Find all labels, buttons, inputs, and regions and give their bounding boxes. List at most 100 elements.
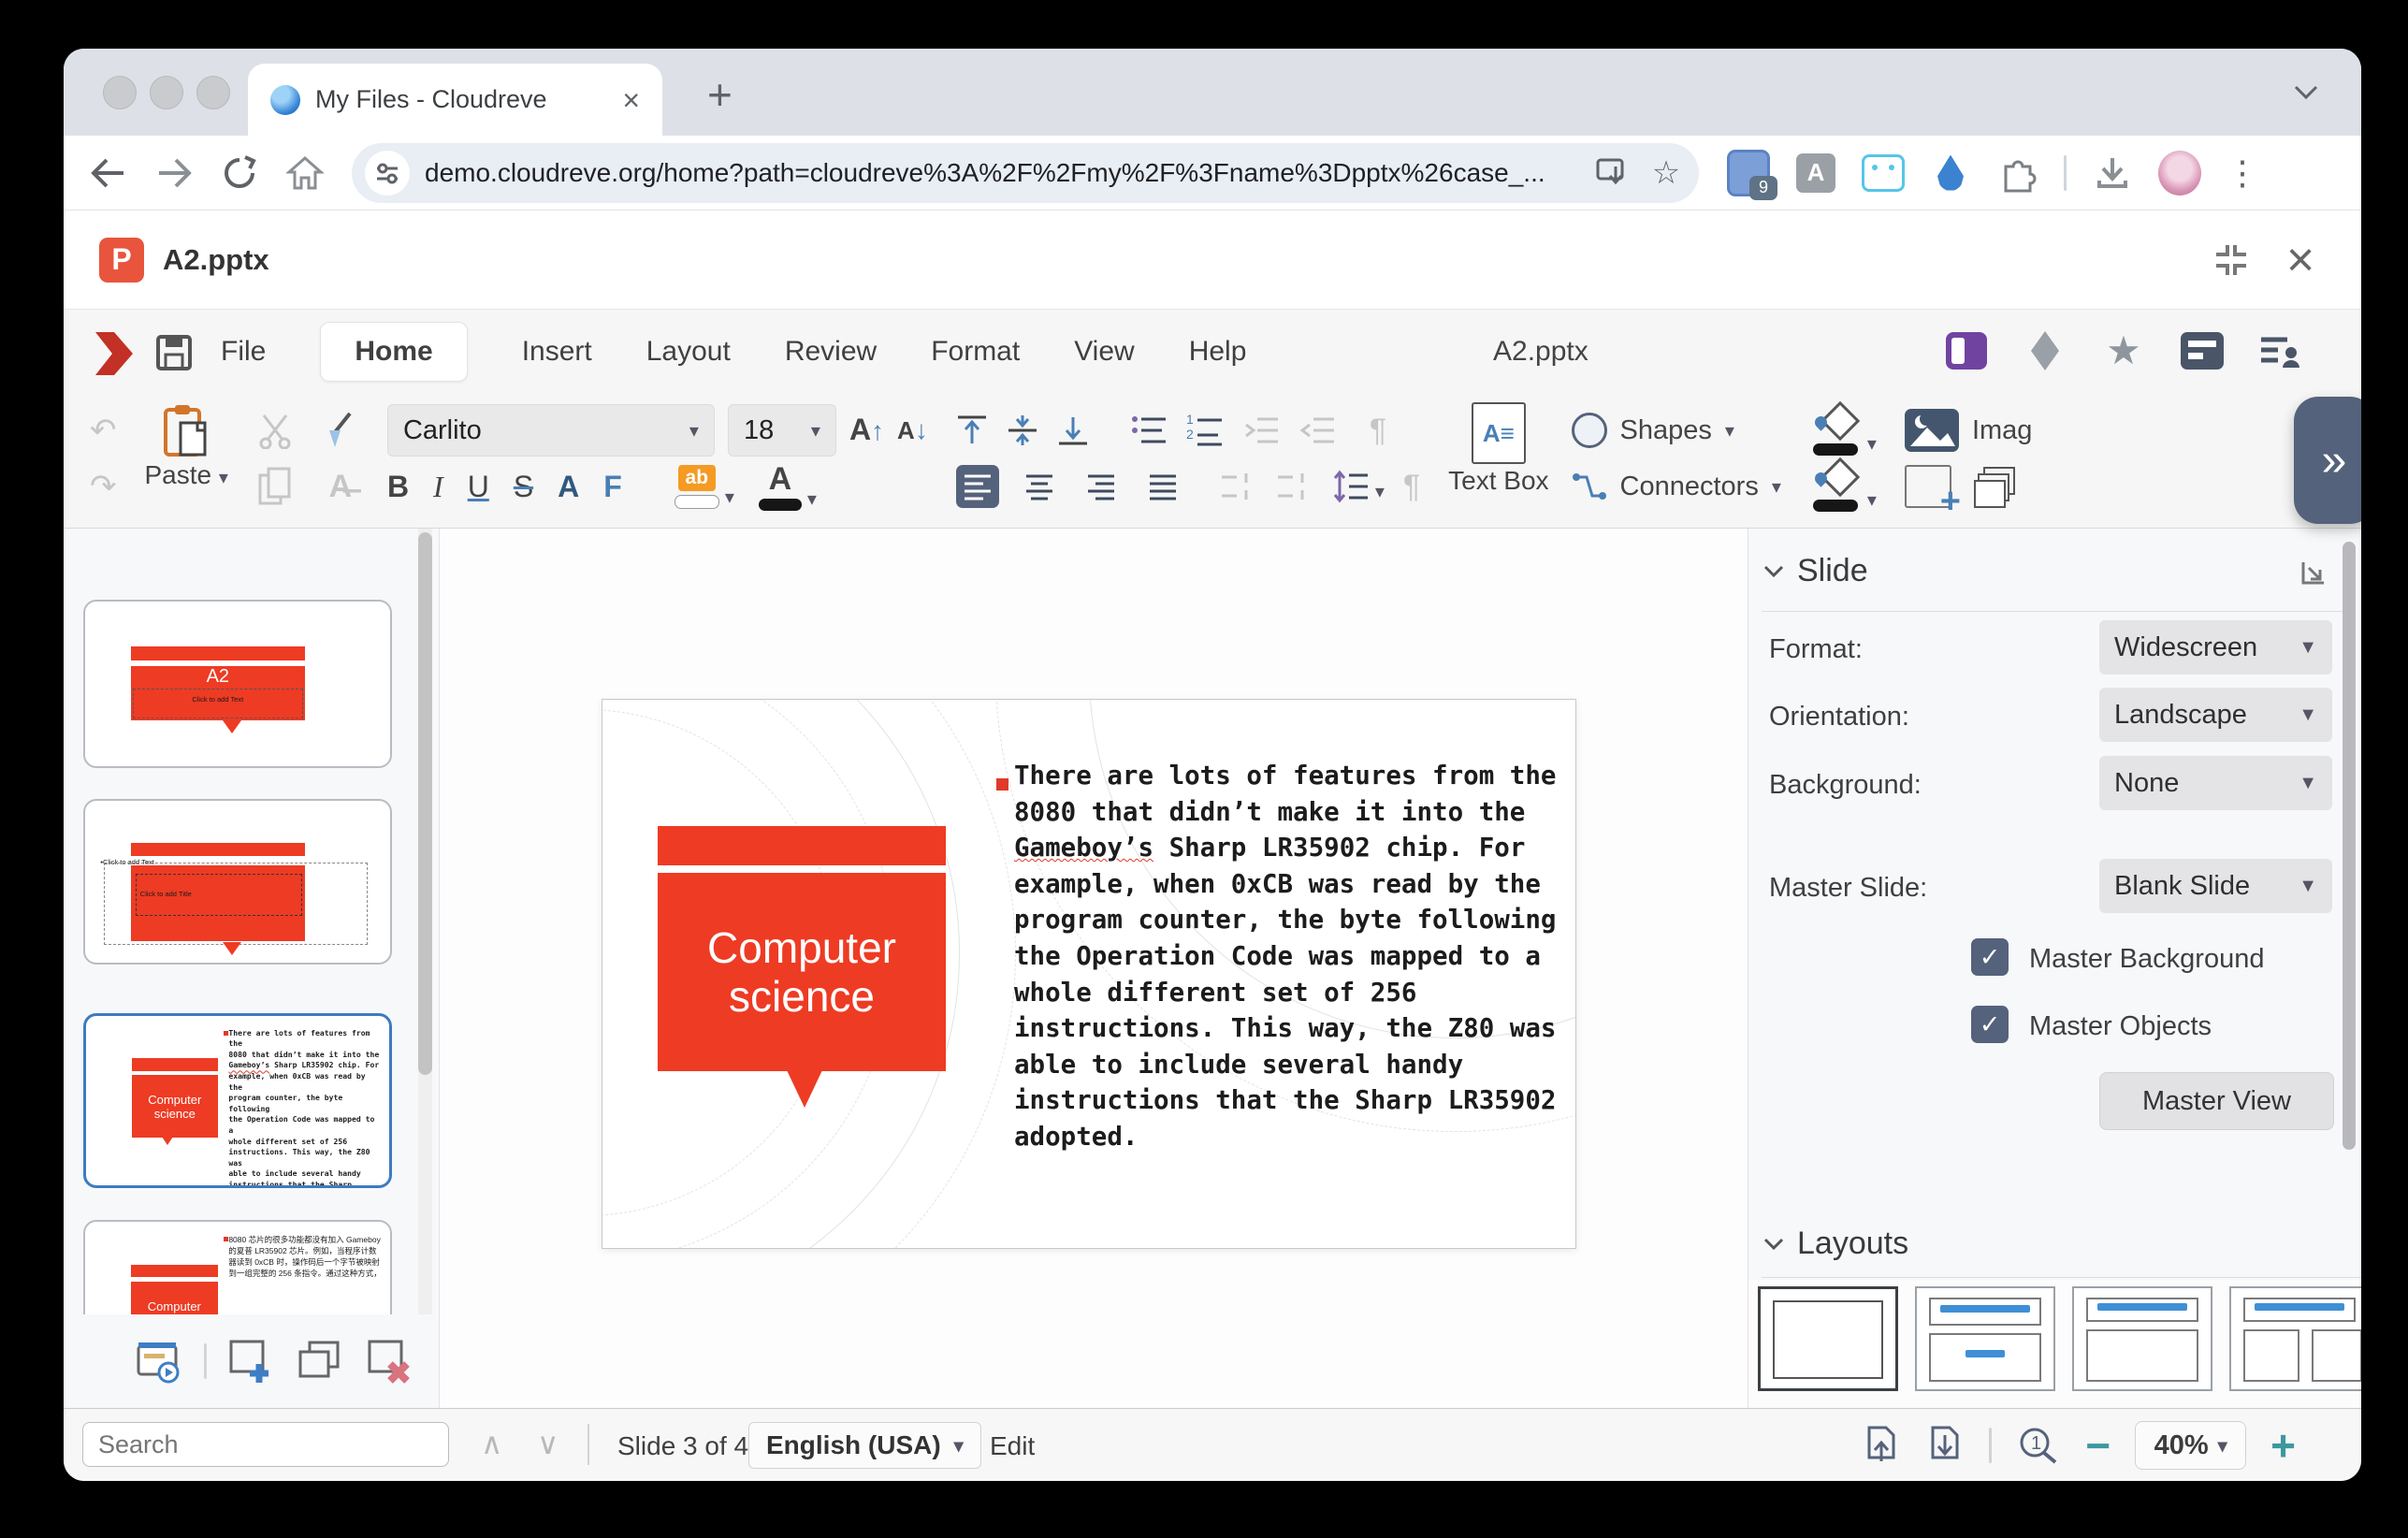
slide-thumbnail-2[interactable]: ▪Click to add Text Click to add Title bbox=[83, 799, 392, 965]
delete-slide-icon[interactable] bbox=[366, 1338, 416, 1385]
menu-file[interactable]: File bbox=[221, 323, 266, 381]
insert-placeholder-icon[interactable]: + bbox=[1905, 465, 1951, 508]
move-down-icon[interactable] bbox=[1276, 470, 1313, 503]
panel-scrollbar-thumb[interactable] bbox=[2343, 542, 2356, 1150]
title-shape-top-bar[interactable] bbox=[658, 826, 946, 865]
slide-fill-button[interactable]: ▾ bbox=[1809, 405, 1877, 456]
line-spacing-button[interactable]: ▾ bbox=[1332, 470, 1385, 503]
profile-avatar[interactable] bbox=[2158, 152, 2201, 195]
favorites-star-icon[interactable]: ★ bbox=[2101, 328, 2146, 373]
bullets-icon[interactable] bbox=[1130, 414, 1168, 447]
valign-top-icon[interactable] bbox=[956, 414, 988, 447]
close-window-button[interactable] bbox=[103, 76, 137, 109]
save-icon[interactable] bbox=[155, 334, 193, 376]
copy-icon[interactable] bbox=[256, 466, 294, 507]
fit-width-icon[interactable] bbox=[1925, 1424, 1965, 1467]
master-objects-checkbox[interactable]: ✓ bbox=[1971, 1006, 2009, 1043]
highlight-color-button[interactable]: ab ▾ bbox=[675, 465, 734, 509]
menu-view[interactable]: View bbox=[1074, 323, 1134, 381]
zoom-in-icon[interactable]: + bbox=[2270, 1424, 2296, 1467]
format-painter-icon[interactable] bbox=[322, 410, 359, 451]
close-document-icon[interactable]: × bbox=[2275, 236, 2326, 284]
valign-middle-icon[interactable] bbox=[1007, 414, 1038, 447]
menu-format[interactable]: Format bbox=[931, 323, 1020, 381]
font-name-select[interactable]: Carlito▾ bbox=[387, 404, 715, 457]
extensions-puzzle-icon[interactable] bbox=[1996, 152, 2039, 195]
align-right-icon[interactable] bbox=[1080, 465, 1123, 508]
exit-fullscreen-icon[interactable] bbox=[2206, 241, 2256, 279]
current-slide[interactable]: Computer science There are lots of featu… bbox=[602, 699, 1576, 1249]
search-input[interactable] bbox=[82, 1422, 449, 1467]
duplicate-slide-icon[interactable] bbox=[297, 1339, 345, 1384]
tab-close-icon[interactable]: × bbox=[622, 85, 640, 115]
text-box-button[interactable]: A≡ Text Box bbox=[1448, 402, 1548, 496]
add-slide-icon[interactable] bbox=[227, 1338, 276, 1385]
shape-fill-button[interactable]: ▾ bbox=[1809, 461, 1877, 512]
master-background-checkbox[interactable]: ✓ bbox=[1971, 938, 2009, 976]
italic-icon[interactable]: I bbox=[433, 472, 443, 501]
more-toolbar-button[interactable]: » bbox=[2294, 397, 2361, 524]
menu-home[interactable]: Home bbox=[320, 322, 467, 382]
orientation-select[interactable]: Landscape▼ bbox=[2099, 688, 2332, 742]
forward-icon[interactable] bbox=[155, 154, 193, 192]
align-center-icon[interactable] bbox=[1018, 465, 1061, 508]
tab-search-chevron-icon[interactable] bbox=[2290, 80, 2322, 108]
clear-format-icon[interactable]: A̶ bbox=[329, 471, 353, 502]
zoom-level-select[interactable]: 40%▾ bbox=[2135, 1421, 2246, 1470]
bilibili-icon[interactable] bbox=[1862, 152, 1905, 195]
cut-icon[interactable] bbox=[256, 412, 294, 449]
start-slideshow-icon[interactable] bbox=[135, 1339, 183, 1384]
master-slide-select[interactable]: Blank Slide▼ bbox=[2099, 859, 2332, 913]
shapes-button[interactable]: Shapes▾ bbox=[1572, 402, 1734, 458]
layout-title-box[interactable] bbox=[2072, 1286, 2212, 1391]
browser-menu-icon[interactable]: ⋮ bbox=[2226, 153, 2261, 193]
browser-tab[interactable]: My Files - Cloudreve × bbox=[248, 64, 662, 136]
undo-icon[interactable]: ↶ bbox=[90, 414, 117, 446]
title-shape[interactable]: Computer science bbox=[658, 873, 946, 1071]
decrease-font-icon[interactable]: A↓ bbox=[897, 415, 928, 445]
numbering-icon[interactable]: 12 bbox=[1186, 414, 1224, 447]
decrease-indent-icon[interactable] bbox=[1242, 414, 1280, 447]
slides-stack-icon[interactable] bbox=[1974, 467, 2017, 506]
slide-canvas[interactable]: Computer science There are lots of featu… bbox=[440, 529, 1748, 1408]
slide-thumbnail-4[interactable]: Computer science 8080 芯片的很多功能都没有加入 Gameb… bbox=[83, 1220, 392, 1314]
increase-font-icon[interactable]: A↑ bbox=[849, 414, 884, 446]
layout-blank[interactable] bbox=[1758, 1286, 1898, 1391]
home-icon[interactable] bbox=[286, 154, 324, 192]
paragraph-mark-icon[interactable]: ¶ bbox=[1370, 414, 1386, 446]
image-button[interactable]: Image bbox=[1905, 402, 2032, 458]
address-bar[interactable]: demo.cloudreve.org/home?path=cloudreve%3… bbox=[352, 143, 1699, 203]
subscript-icon[interactable]: F bbox=[603, 472, 622, 501]
valign-bottom-icon[interactable] bbox=[1057, 414, 1089, 447]
zoom-window-button[interactable] bbox=[196, 76, 230, 109]
menu-insert[interactable]: Insert bbox=[522, 323, 592, 381]
expand-panel-icon[interactable] bbox=[2299, 559, 2328, 591]
slide-section-header[interactable]: Slide bbox=[1763, 553, 1868, 589]
strikethrough-icon[interactable]: S bbox=[514, 472, 533, 501]
format-select[interactable]: Widescreen▼ bbox=[2099, 620, 2332, 675]
layouts-section-header[interactable]: Layouts bbox=[1763, 1226, 1908, 1262]
move-up-icon[interactable] bbox=[1220, 470, 1257, 503]
increase-indent-icon[interactable] bbox=[1298, 414, 1336, 447]
hide-toolbar-icon[interactable] bbox=[1944, 328, 1989, 373]
minimize-window-button[interactable] bbox=[150, 76, 183, 109]
text-direction-icon[interactable]: ¶ bbox=[1403, 471, 1420, 502]
search-prev-icon[interactable]: ∧ bbox=[481, 1426, 502, 1461]
site-settings-icon[interactable] bbox=[365, 151, 410, 196]
redo-icon[interactable]: ↷ bbox=[90, 471, 117, 502]
bold-icon[interactable]: B bbox=[387, 472, 409, 501]
install-app-icon[interactable] bbox=[1592, 157, 1632, 189]
url-text[interactable]: demo.cloudreve.org/home?path=cloudreve%3… bbox=[425, 158, 1577, 188]
downloads-icon[interactable] bbox=[2091, 152, 2134, 195]
background-select[interactable]: None▼ bbox=[2099, 756, 2332, 810]
layout-two-content[interactable] bbox=[2229, 1286, 2361, 1391]
thumbnail-scrollbar-thumb[interactable] bbox=[418, 532, 432, 1075]
slide-body-text[interactable]: There are lots of features from the 8080… bbox=[1014, 758, 1575, 1155]
justify-icon[interactable] bbox=[1141, 465, 1184, 508]
language-select[interactable]: English (USA)▾ bbox=[748, 1422, 981, 1469]
align-left-icon[interactable] bbox=[956, 465, 999, 508]
fit-slide-icon[interactable] bbox=[1862, 1424, 1901, 1467]
water-drop-icon[interactable] bbox=[1929, 152, 1972, 195]
connectors-button[interactable]: Connectors▾ bbox=[1572, 458, 1781, 515]
layout-title-content[interactable] bbox=[1915, 1286, 2055, 1391]
